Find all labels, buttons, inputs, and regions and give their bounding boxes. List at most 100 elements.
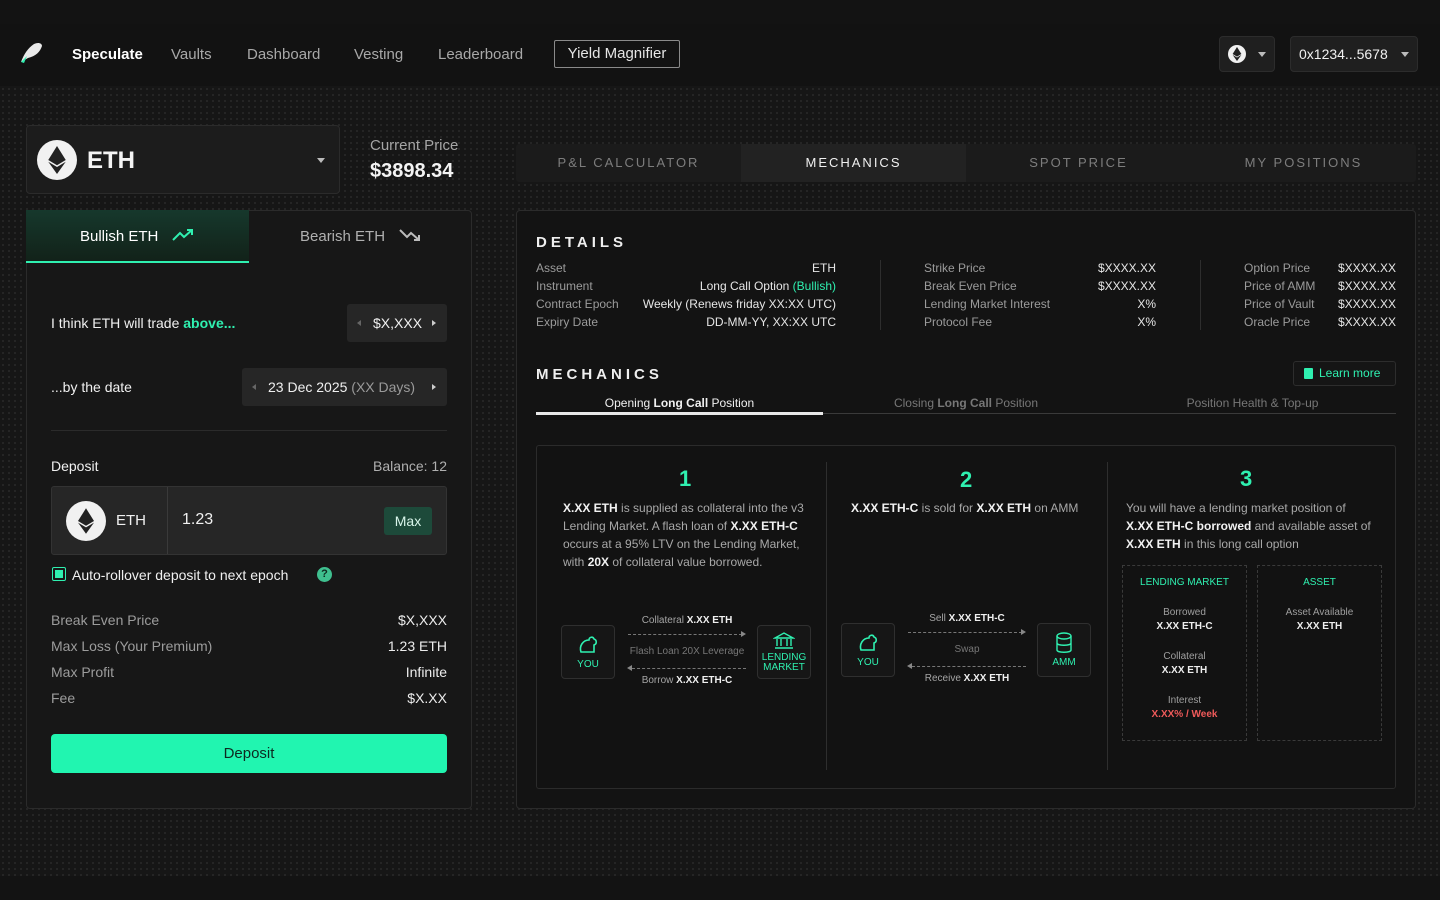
subtab-bold: Long Call bbox=[653, 396, 709, 410]
summary-max-loss: Max Loss (Your Premium) 1.23 ETH bbox=[51, 638, 447, 654]
yield-magnifier-button[interactable]: Yield Magnifier bbox=[554, 40, 680, 68]
chevron-left-icon[interactable] bbox=[357, 320, 361, 326]
detail-value: ETH bbox=[812, 261, 836, 275]
arrow-label-bottom: Receive X.XX ETH bbox=[900, 673, 1034, 684]
balance-text: Balance: 12 bbox=[373, 458, 447, 474]
detail-value: $XXXX.XX bbox=[1097, 261, 1156, 275]
detail-label: Price of AMM bbox=[1244, 279, 1316, 293]
eth-network-icon bbox=[1228, 45, 1246, 63]
arrow-left bbox=[912, 666, 1026, 667]
chevron-down-icon bbox=[317, 158, 325, 163]
network-selector[interactable] bbox=[1219, 36, 1275, 72]
instrument-value: Long Call Option bbox=[699, 279, 790, 293]
step-1-number: 1 bbox=[679, 466, 692, 491]
arrow-label-bottom: Borrow X.XX ETH-C bbox=[620, 675, 754, 686]
subtab-text: Position bbox=[708, 396, 755, 410]
you-label: YOU bbox=[857, 657, 879, 668]
borrowed-value: X.XX ETH-C bbox=[1156, 621, 1213, 632]
chevron-down-icon bbox=[1401, 52, 1409, 57]
arrow-label-top: Sell X.XX ETH-C bbox=[900, 613, 1034, 624]
nav-vaults[interactable]: Vaults bbox=[171, 46, 212, 63]
nav-vesting[interactable]: Vesting bbox=[354, 46, 403, 63]
detail-label: Asset bbox=[536, 261, 567, 275]
bank-icon bbox=[773, 632, 795, 649]
bullish-tab[interactable]: Bullish ETH bbox=[26, 210, 249, 263]
nav-dashboard[interactable]: Dashboard bbox=[247, 46, 320, 63]
wallet-button[interactable]: 0x1234...5678 bbox=[1290, 36, 1418, 72]
detail-label: Instrument bbox=[536, 279, 593, 293]
interest-value: X.XX% / Week bbox=[1151, 709, 1218, 720]
subtab-text: Position bbox=[992, 396, 1039, 410]
eth-icon bbox=[66, 501, 106, 541]
deposit-asset-selector[interactable]: ETH bbox=[52, 487, 168, 554]
asset-selector[interactable]: ETH bbox=[26, 125, 340, 194]
chevron-right-icon[interactable] bbox=[432, 384, 436, 390]
chevron-left-icon[interactable] bbox=[252, 384, 256, 390]
summary-value: $X,XXX bbox=[397, 612, 447, 628]
deposit-asset-label: ETH bbox=[116, 512, 146, 529]
detail-label: Break Even Price bbox=[924, 279, 1017, 293]
by-date-label: ...by the date bbox=[51, 379, 132, 395]
detail-value: $XXXX.XX bbox=[1337, 261, 1396, 275]
learn-more-button[interactable]: Learn more bbox=[1293, 361, 1396, 386]
summary-label: Fee bbox=[51, 690, 76, 706]
step-3-number: 3 bbox=[1240, 466, 1253, 491]
step-text-bold: X.XX ETH bbox=[976, 501, 1032, 515]
nav-speculate[interactable]: Speculate bbox=[72, 46, 143, 63]
trend-down-icon bbox=[399, 229, 420, 241]
strike-stepper[interactable]: $X,XXX bbox=[347, 304, 447, 342]
detail-value: DD-MM-YY, XX:XX UTC bbox=[706, 315, 836, 329]
strike-value: $X,XXX bbox=[373, 315, 423, 331]
subtab-opening[interactable]: Opening Long Call Position bbox=[536, 396, 823, 410]
chevron-down-icon bbox=[1258, 52, 1266, 57]
help-icon[interactable]: ? bbox=[317, 567, 332, 582]
arrowhead-right-icon bbox=[1021, 629, 1026, 635]
deposit-button[interactable]: Deposit bbox=[51, 734, 447, 773]
nav-leaderboard[interactable]: Leaderboard bbox=[438, 46, 523, 63]
tab-pnl-calculator[interactable]: P&L CALCULATOR bbox=[516, 144, 741, 182]
lending-market-title: LENDING MARKET bbox=[1140, 577, 1229, 588]
summary-label: Break Even Price bbox=[51, 612, 160, 628]
asset-title: ASSET bbox=[1303, 577, 1336, 588]
subtab-closing[interactable]: Closing Long Call Position bbox=[823, 396, 1109, 410]
arrow-right bbox=[908, 632, 1022, 633]
max-button[interactable]: Max bbox=[384, 507, 432, 535]
arrowhead-left-icon bbox=[907, 663, 912, 669]
tab-spot-price[interactable]: SPOT PRICE bbox=[966, 144, 1191, 182]
date-days: (XX Days) bbox=[351, 379, 416, 395]
summary-value: $X.XX bbox=[407, 690, 447, 706]
think-label: I think ETH will trade above... bbox=[51, 315, 235, 331]
available-value: X.XX ETH bbox=[1296, 621, 1343, 632]
bearish-tab[interactable]: Bearish ETH bbox=[249, 210, 472, 263]
arrow-bold: X.XX ETH-C bbox=[676, 675, 733, 686]
detail-value: X% bbox=[1137, 315, 1156, 329]
summary-label: Max Profit bbox=[51, 664, 115, 680]
logo-icon[interactable] bbox=[18, 40, 44, 66]
date-stepper[interactable]: 23 Dec 2025 (XX Days) bbox=[242, 368, 447, 406]
detail-label: Strike Price bbox=[924, 261, 986, 275]
wallet-address: 0x1234...5678 bbox=[1299, 46, 1388, 62]
deposit-input-box: ETH 1.23 Max bbox=[51, 486, 447, 555]
arrowhead-left-icon bbox=[627, 665, 632, 671]
date-display: 23 Dec 2025 (XX Days) bbox=[268, 379, 415, 395]
subtab-bold: Long Call bbox=[937, 396, 992, 410]
detail-value-instrument: Long Call Option (Bullish) bbox=[600, 279, 836, 293]
deposit-amount-input[interactable]: 1.23 bbox=[182, 511, 213, 529]
asset-symbol: ETH bbox=[87, 147, 135, 174]
chevron-right-icon[interactable] bbox=[432, 320, 436, 326]
arrow-text: Borrow bbox=[641, 675, 677, 686]
tab-my-positions[interactable]: MY POSITIONS bbox=[1191, 144, 1416, 182]
deposit-label: Deposit bbox=[51, 458, 99, 474]
step-text: on AMM bbox=[1031, 501, 1079, 515]
arrow-label-middle: Flash Loan 20X Leverage bbox=[629, 646, 745, 657]
arrow-text: Sell bbox=[929, 613, 949, 624]
auto-rollover-label: Auto-rollover deposit to next epoch bbox=[72, 567, 289, 583]
asset-box: ASSET Asset Available X.XX ETH bbox=[1257, 565, 1382, 741]
auto-rollover-checkbox[interactable] bbox=[52, 567, 66, 581]
arrow-left bbox=[632, 668, 746, 669]
arrow-right bbox=[628, 634, 742, 635]
summary-value: 1.23 ETH bbox=[387, 638, 447, 654]
subtab-health[interactable]: Position Health & Top-up bbox=[1109, 396, 1396, 410]
eth-icon bbox=[37, 140, 77, 180]
tab-mechanics[interactable]: MECHANICS bbox=[741, 144, 966, 182]
